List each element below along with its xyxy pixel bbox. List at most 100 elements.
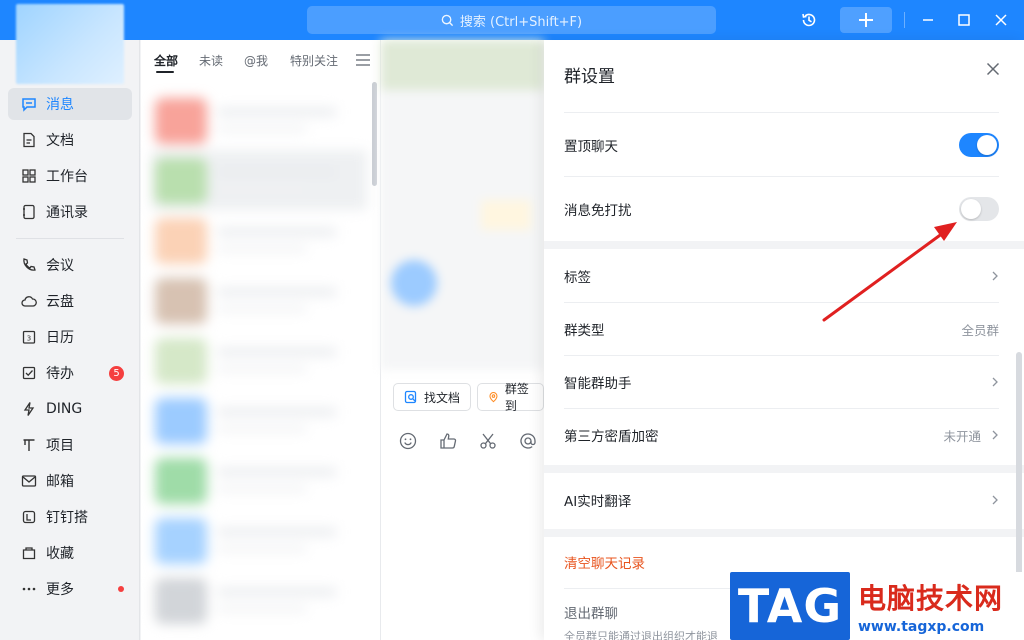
sidebar-item-label: 收藏 bbox=[46, 546, 74, 562]
maximize-icon bbox=[958, 14, 970, 26]
do-not-disturb-toggle[interactable] bbox=[959, 196, 999, 221]
tab-mentions[interactable]: @我 bbox=[244, 52, 268, 69]
todo-count-badge: 5 bbox=[109, 366, 124, 381]
message-icon bbox=[20, 95, 38, 113]
window-close-button[interactable] bbox=[991, 0, 1011, 40]
pin-chat-row: 置顶聊天 bbox=[564, 112, 999, 176]
sidebar-item-calendar[interactable]: 3 日历 bbox=[8, 321, 132, 353]
search-placeholder: 搜索 (Ctrl+Shift+F) bbox=[459, 14, 583, 30]
project-icon bbox=[20, 436, 38, 454]
list-item[interactable] bbox=[151, 510, 367, 570]
group-checkin-button[interactable]: 群签到 bbox=[477, 382, 544, 413]
sidebar-item-label: 项目 bbox=[46, 438, 74, 454]
list-item[interactable] bbox=[151, 570, 367, 630]
phone-icon bbox=[20, 256, 38, 274]
list-item[interactable] bbox=[151, 270, 367, 330]
tag-row[interactable]: 标签 bbox=[564, 249, 999, 302]
pin-chat-toggle[interactable] bbox=[959, 132, 999, 157]
chat-area: 找文档 群签到 bbox=[381, 40, 544, 640]
titlebar-divider bbox=[904, 12, 905, 28]
list-item[interactable] bbox=[151, 90, 367, 150]
blurred-messages bbox=[381, 40, 544, 370]
like-button[interactable] bbox=[437, 430, 459, 452]
title-bar: 搜索 (Ctrl+Shift+F) bbox=[0, 0, 1024, 40]
avatar[interactable] bbox=[16, 4, 124, 84]
sidebar-item-label: 会议 bbox=[46, 258, 74, 274]
watermark-site-name: 电脑技术网 bbox=[858, 582, 1004, 615]
panel-close-button[interactable] bbox=[986, 62, 1004, 80]
sidebar-item-more[interactable]: 更多 bbox=[8, 573, 132, 605]
sidebar-item-label: 文档 bbox=[46, 133, 74, 149]
sidebar-item-label: 云盘 bbox=[46, 294, 74, 310]
list-item[interactable] bbox=[151, 450, 367, 510]
sidebar-item-label: 消息 bbox=[46, 97, 74, 113]
emoji-icon bbox=[399, 432, 417, 450]
group-settings-panel: 群设置 置顶聊天 消息免打扰 标签 群类型 全员群 智能群助手 第三方密盾加密 … bbox=[544, 40, 1024, 640]
maximize-button[interactable] bbox=[954, 0, 974, 40]
tag-label: 标签 bbox=[564, 269, 591, 286]
sidebar-item-label: 更多 bbox=[46, 582, 74, 598]
conversation-tabs: 全部 未读 @我 特别关注 bbox=[141, 40, 381, 80]
sidebar-item-meeting[interactable]: 会议 bbox=[8, 249, 132, 281]
list-menu-button[interactable] bbox=[356, 54, 370, 70]
minimize-button[interactable] bbox=[918, 0, 938, 40]
scissors-icon bbox=[480, 433, 496, 449]
sidebar-item-label: DING bbox=[46, 401, 83, 417]
build-icon bbox=[20, 508, 38, 526]
more-icon bbox=[20, 580, 38, 598]
tab-special-follow[interactable]: 特别关注 bbox=[290, 52, 338, 69]
list-item[interactable] bbox=[151, 150, 367, 210]
search-bar[interactable]: 搜索 (Ctrl+Shift+F) bbox=[307, 6, 716, 34]
list-item[interactable] bbox=[151, 210, 367, 270]
lightning-icon bbox=[20, 400, 38, 418]
watermark-url: www.tagxp.com bbox=[858, 619, 985, 635]
sidebar-item-docs[interactable]: 文档 bbox=[8, 124, 132, 156]
active-tab-indicator bbox=[156, 71, 174, 73]
grid-icon bbox=[20, 167, 38, 185]
section-gap bbox=[544, 241, 1024, 249]
sidebar-item-label: 日历 bbox=[46, 330, 74, 346]
sidebar-item-label: 钉钉搭 bbox=[46, 510, 88, 526]
sidebar-item-workbench[interactable]: 工作台 bbox=[8, 160, 132, 192]
sidebar-item-label: 通讯录 bbox=[46, 205, 88, 221]
encryption-status: 未开通 bbox=[943, 428, 981, 444]
sidebar-item-messages[interactable]: 消息 bbox=[8, 88, 132, 120]
sidebar-item-todo[interactable]: 待办 5 bbox=[8, 357, 132, 389]
create-button[interactable] bbox=[840, 7, 892, 33]
assistant-row[interactable]: 智能群助手 bbox=[564, 355, 999, 408]
history-button[interactable] bbox=[798, 0, 820, 40]
screenshot-button[interactable] bbox=[477, 430, 499, 452]
sidebar-item-project[interactable]: 项目 bbox=[8, 429, 132, 461]
at-icon bbox=[520, 433, 536, 449]
thumbs-up-icon bbox=[440, 433, 457, 449]
assistant-label: 智能群助手 bbox=[564, 376, 632, 392]
list-item[interactable] bbox=[151, 330, 367, 390]
tab-unread[interactable]: 未读 bbox=[199, 52, 223, 69]
conversation-scrollbar[interactable] bbox=[372, 82, 377, 186]
calendar-icon: 3 bbox=[20, 328, 38, 346]
sidebar-item-mail[interactable]: 邮箱 bbox=[8, 465, 132, 497]
sidebar-item-ding[interactable]: DING bbox=[8, 393, 132, 425]
emoji-button[interactable] bbox=[397, 430, 419, 452]
sidebar-item-cloud[interactable]: 云盘 bbox=[8, 285, 132, 317]
mention-button[interactable] bbox=[517, 430, 539, 452]
sidebar-item-label: 工作台 bbox=[46, 169, 88, 185]
sidebar-divider bbox=[16, 238, 124, 239]
list-item[interactable] bbox=[151, 390, 367, 450]
group-type-value: 全员群 bbox=[961, 322, 999, 338]
sidebar-item-favorites[interactable]: 收藏 bbox=[8, 537, 132, 569]
translate-row[interactable]: AI实时翻译 bbox=[564, 473, 999, 526]
encryption-row[interactable]: 第三方密盾加密 未开通 bbox=[564, 408, 999, 461]
todo-icon bbox=[20, 364, 38, 382]
minimize-icon bbox=[923, 19, 933, 21]
pin-chat-label: 置顶聊天 bbox=[564, 138, 618, 155]
sidebar-item-label: 邮箱 bbox=[46, 474, 74, 490]
exit-group-note: 全员群只能通过退出组织才能退 bbox=[564, 630, 718, 640]
more-notification-dot bbox=[118, 586, 124, 592]
watermark-logo: TAG bbox=[730, 572, 850, 640]
find-doc-button[interactable]: 找文档 bbox=[393, 383, 472, 411]
cloud-icon bbox=[20, 292, 38, 310]
tab-all[interactable]: 全部 bbox=[154, 52, 178, 69]
sidebar-item-contacts[interactable]: 通讯录 bbox=[8, 196, 132, 228]
sidebar-item-dingda[interactable]: 钉钉搭 bbox=[8, 501, 132, 533]
